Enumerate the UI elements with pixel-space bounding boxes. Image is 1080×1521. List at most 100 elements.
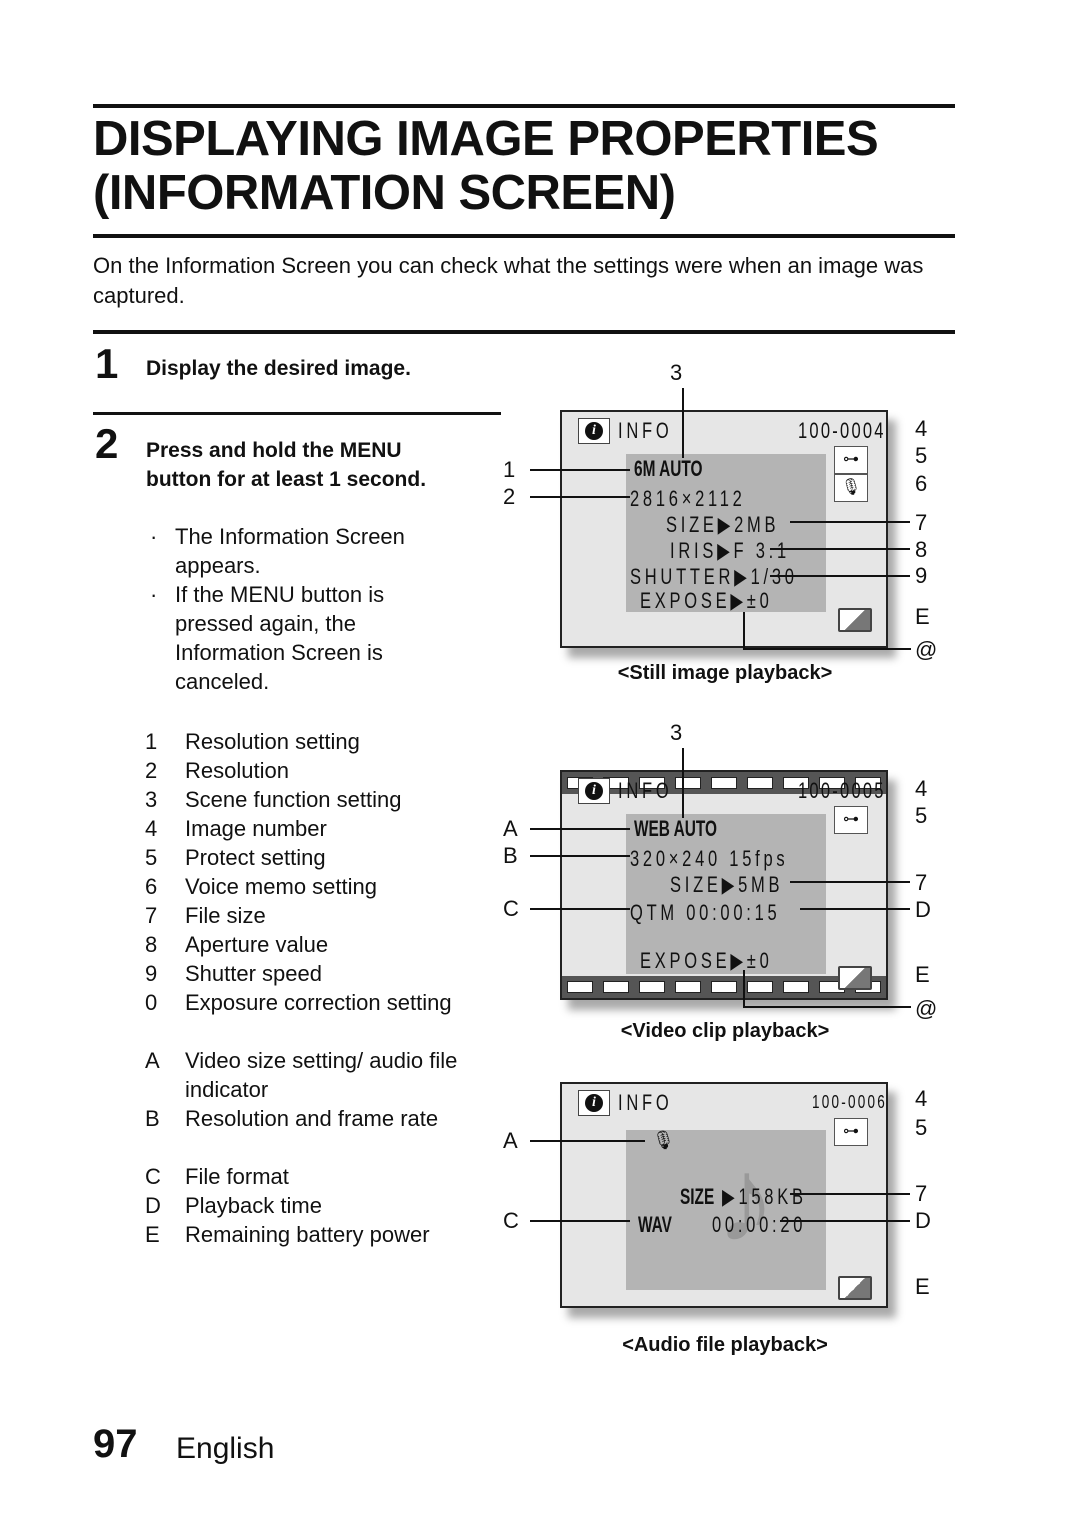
title-rule-bottom (93, 234, 955, 238)
microphone-icon: 🎙 (652, 1130, 675, 1150)
video-size-setting: WEB AUTO (634, 816, 717, 841)
legend-label: Aperture value (185, 932, 329, 957)
legend-label: Playback time (185, 1193, 322, 1218)
video-caption: <Video clip playback> (620, 1020, 830, 1042)
callout-D: D (915, 1208, 931, 1233)
callout-4: 4 (915, 776, 928, 801)
legend-item: 6 Voice memo setting (145, 872, 485, 901)
legend-label: File format (185, 1164, 289, 1189)
legend-item: E Remaining battery power (145, 1220, 485, 1249)
callout-D: D (915, 897, 931, 922)
resolution-frame-rate: 320×240 15fps (630, 846, 789, 871)
title-line-2: (INFORMATION SCREEN) (93, 166, 676, 220)
step-rule (93, 412, 501, 415)
protect-key-icon: ⊶ (834, 806, 868, 834)
page-number: 97 (93, 1422, 138, 1466)
resolution-setting: 6M AUTO (634, 456, 703, 481)
still-caption: <Still image playback> (617, 662, 833, 684)
legend-key: E (145, 1222, 160, 1247)
callout-9: 9 (915, 563, 928, 588)
legend-key: 1 (145, 729, 158, 754)
legend-label: Video size setting/ audio file indicator (185, 1048, 458, 1102)
callout-C: C (503, 896, 519, 921)
battery-icon (838, 966, 872, 990)
legend-item: 1 Resolution setting (145, 727, 485, 756)
legend-key: A (145, 1048, 160, 1073)
callout-7: 7 (915, 870, 928, 895)
exposure: EXPOSE▶±0 (640, 588, 773, 613)
battery-icon (838, 1276, 872, 1300)
info-icon: i (578, 778, 610, 804)
title-line-1: DISPLAYING IMAGE PROPERTIES (93, 112, 879, 166)
image-number: 100-0006 (812, 1092, 888, 1112)
legend-key: 3 (145, 787, 158, 812)
aperture: IRIS▶F 3.1 (670, 538, 790, 563)
resolution: 2816×2112 (630, 486, 746, 511)
callout-3: 3 (670, 720, 683, 745)
legend-item: D Playback time (145, 1191, 485, 1220)
legend-key: 2 (145, 758, 158, 783)
file-size: SIZE▶5MB (670, 872, 784, 897)
callout-5: 5 (915, 803, 928, 828)
callout-C: C (503, 1208, 519, 1233)
legend-item: 8 Aperture value (145, 930, 485, 959)
title-rule-top (93, 104, 955, 108)
legend-key: 0 (145, 990, 158, 1015)
callout-3: 3 (670, 360, 683, 385)
audio-info-screen: i INFO 100-0006 ⊶ ♪ 🎙 SIZE ▶158KB WAV 00… (560, 1082, 888, 1308)
info-panel: WEB AUTO 320×240 15fps SIZE▶5MB QTM 00:0… (626, 814, 826, 974)
size-label: SIZE (680, 1184, 715, 1209)
legend-label: Exposure correction setting (185, 990, 452, 1015)
info-label: INFO (618, 418, 673, 443)
legend-key: 6 (145, 874, 158, 899)
image-number: 100-0005 (798, 778, 886, 803)
voice-memo-icon: 🎙 (834, 474, 868, 502)
legend-item: B Resolution and frame rate (145, 1104, 485, 1133)
callout-2: 2 (503, 484, 516, 509)
legend-item: 0 Exposure correction setting (145, 988, 485, 1017)
callout-5: 5 (915, 1115, 928, 1140)
callout-5: 5 (915, 443, 928, 468)
manual-page: DISPLAYING IMAGE PROPERTIES (INFORMATION … (0, 0, 1080, 1521)
callout-1: 1 (503, 457, 516, 482)
legend-key: B (145, 1106, 160, 1131)
info-icon: i (578, 1090, 610, 1116)
legend-label: Voice memo setting (185, 874, 377, 899)
legend-item: 5 Protect setting (145, 843, 485, 872)
callout-A: A (503, 816, 518, 841)
legend-item: 9 Shutter speed (145, 959, 485, 988)
intro-text: On the Information Screen you can check … (93, 253, 924, 308)
legend-item: A Video size setting/ audio file indicato… (145, 1046, 485, 1104)
legend-item: 7 File size (145, 901, 485, 930)
step-1-text: Display the desired image. (146, 357, 411, 380)
callout-E: E (915, 962, 930, 987)
callout-E: E (915, 604, 930, 629)
step-1-number: 1 (95, 340, 119, 387)
shutter-speed: SHUTTER▶1/30 (630, 564, 798, 589)
callout-0: @ (915, 996, 938, 1021)
legend-label: Scene function setting (185, 787, 402, 812)
step-2-bullet: · The Information Screen appears. (150, 524, 405, 578)
legend-item: C File format (145, 1162, 485, 1191)
legend-item: 3 Scene function setting (145, 785, 485, 814)
info-label: INFO (618, 778, 673, 803)
still-info-screen: i INFO 100-0004 ⊶ 🎙 6M AUTO 2816×2112 SI… (560, 410, 888, 648)
legend-key: 7 (145, 903, 158, 928)
callout-4: 4 (915, 416, 928, 441)
callout-B: B (503, 843, 518, 868)
legend-key: 4 (145, 816, 158, 841)
callout-A: A (503, 1128, 518, 1153)
legend-label: Resolution (185, 758, 289, 783)
battery-icon (838, 608, 872, 632)
image-number: 100-0004 (798, 418, 886, 443)
legend-key: C (145, 1164, 161, 1189)
info-panel: ♪ 🎙 SIZE ▶158KB WAV 00:00:20 (626, 1130, 826, 1290)
protect-key-icon: ⊶ (834, 1118, 868, 1146)
legend-key: 5 (145, 845, 158, 870)
callout-0: @ (915, 637, 938, 662)
step-2-bullet: · If the MENU button is pressed again, th… (150, 582, 385, 694)
section-rule (93, 330, 955, 334)
step-2-text: Press and hold the MENU button for at le… (146, 439, 427, 491)
callout-8: 8 (915, 537, 928, 562)
file-size: ▶158KB (722, 1184, 807, 1209)
